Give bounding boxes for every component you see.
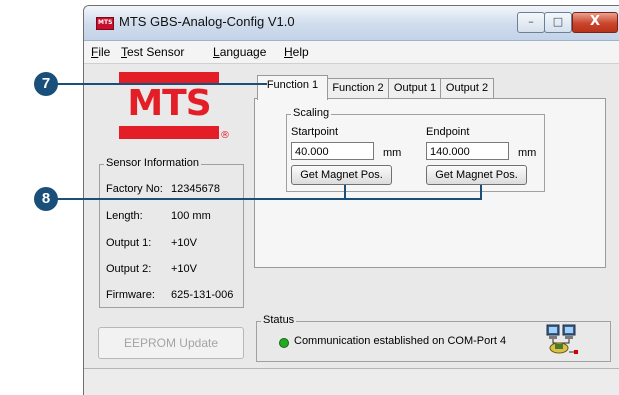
registered-mark: ® [220,130,230,141]
endpoint-label: Endpoint [426,126,470,138]
menu-help-accel: H [284,45,293,59]
firmware-label: Firmware: [106,289,155,301]
length-value: 100 mm [171,210,211,222]
menu-test-sensor[interactable]: Test Sensor [121,45,184,59]
factory-no-value: 12345678 [171,183,220,195]
status-group: Status Communication established on COM-… [256,314,611,362]
output-1-label: Output 1: [106,237,152,249]
menu-language[interactable]: Language [213,45,266,59]
startpoint-unit: mm [383,147,402,159]
sensor-info-title: Sensor Information [104,157,201,169]
menu-help-label: elp [292,45,309,59]
startpoint-input[interactable]: 40.000 [291,142,374,160]
status-message: Communication established on COM-Port 4 [294,335,507,347]
factory-no-label: Factory No: [106,183,163,195]
logo-text: MTS [127,83,211,124]
get-magnet-pos-end-button[interactable]: Get Magnet Pos. [426,165,527,185]
app-window: MTS MTS GBS-Analog-Config V1.0 – □ X Fil… [83,5,619,395]
menu-test-sensor-label: est Sensor [127,45,185,59]
endpoint-unit: mm [518,147,537,159]
title-bar[interactable]: MTS MTS GBS-Analog-Config V1.0 – □ X [84,6,619,41]
eeprom-update-button[interactable]: EEPROM Update [98,327,244,359]
maximize-button[interactable]: □ [544,12,572,33]
status-title: Status [261,314,297,326]
callout-8: 8 [34,187,58,211]
length-label: Length: [106,210,143,222]
maximize-icon: □ [552,15,564,28]
callout-8-connector-end [480,185,482,199]
tab-function-1[interactable]: Function 1 [257,75,328,100]
get-magnet-pos-start-button[interactable]: Get Magnet Pos. [291,165,392,185]
callout-7-line [57,83,267,85]
callout-8-connector-start [344,185,346,199]
callout-8-line [57,198,482,200]
sensor-info-group: Sensor Information Factory No: 12345678 … [99,157,244,308]
output-2-label: Output 2: [106,263,152,275]
window-title: MTS GBS-Analog-Config V1.0 [119,14,295,29]
status-bar [84,368,619,395]
menu-language-label: anguage [219,45,267,59]
output-1-value: +10V [171,237,197,249]
startpoint-label: Startpoint [291,126,339,138]
scaling-group: Scaling Startpoint 40.000 mm Get Magnet … [286,107,545,192]
output-2-value: +10V [171,263,197,275]
firmware-value: 625-131-006 [171,289,234,301]
function-1-panel: Scaling Startpoint 40.000 mm Get Magnet … [254,98,606,268]
minimize-icon: – [528,15,534,28]
callout-7: 7 [34,72,58,96]
menu-file[interactable]: File [91,45,110,59]
network-computers-icon [546,324,578,354]
app-icon: MTS [96,17,114,30]
scaling-title: Scaling [291,107,332,119]
tab-output-2[interactable]: Output 2 [440,78,494,99]
tab-output-1[interactable]: Output 1 [388,78,442,99]
tab-function-2[interactable]: Function 2 [326,78,390,99]
status-led-icon [279,338,289,348]
endpoint-input[interactable]: 140.000 [426,142,509,160]
menu-file-label: ile [98,45,111,59]
menu-language-accel: L [213,45,220,59]
menu-help[interactable]: Help [284,45,309,59]
close-icon: X [589,14,601,29]
logo-bottom-bar [119,126,219,139]
minimize-button[interactable]: – [517,12,545,33]
close-button[interactable]: X [572,12,618,33]
menu-bar: File Test Sensor Language Help [84,41,619,64]
